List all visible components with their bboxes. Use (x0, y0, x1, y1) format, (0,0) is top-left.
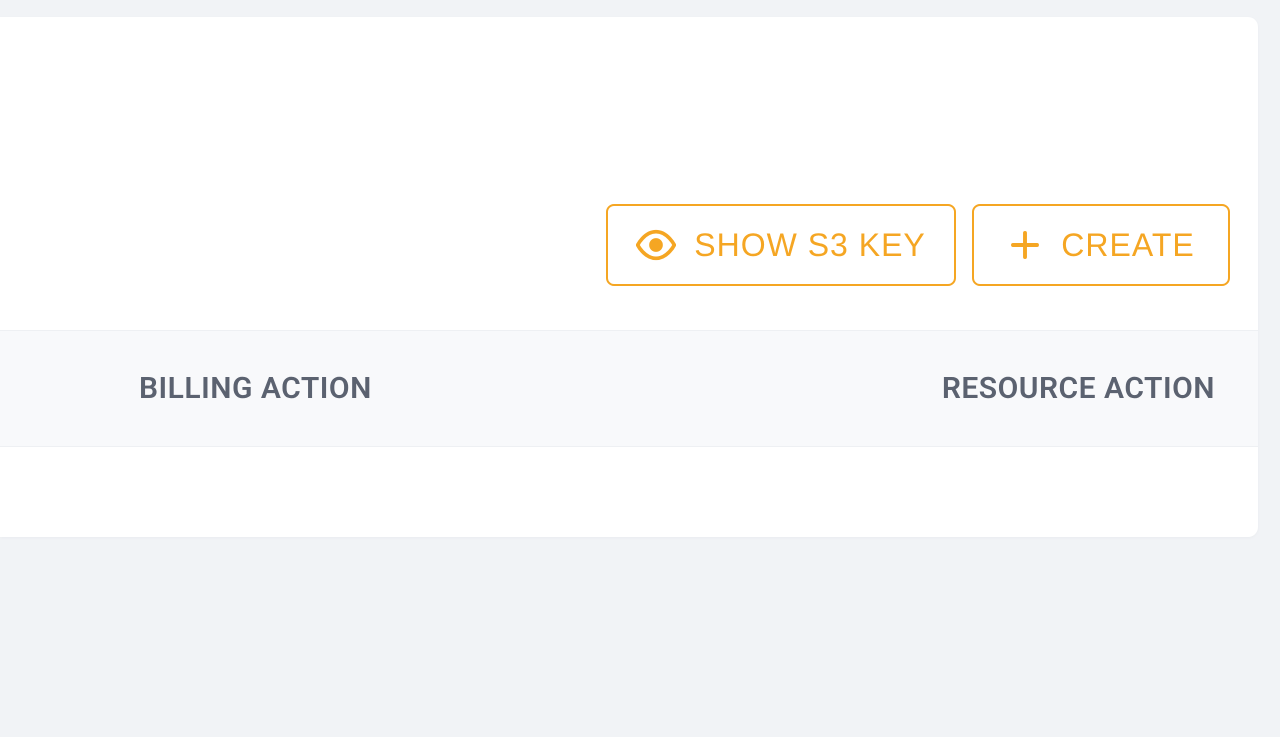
eye-icon (636, 225, 676, 265)
plus-icon (1007, 227, 1043, 263)
show-s3-key-label: SHOW S3 KEY (694, 227, 926, 264)
create-label: CREATE (1061, 227, 1194, 264)
create-button[interactable]: CREATE (972, 204, 1230, 286)
show-s3-key-button[interactable]: SHOW S3 KEY (606, 204, 956, 286)
column-header-resource-action: RESOURCE ACTION (942, 371, 1215, 406)
column-header-billing-action: BILLING ACTION (139, 371, 372, 406)
content-card: SHOW S3 KEY CREATE BILLING ACTION RESOUR… (0, 17, 1258, 537)
toolbar: SHOW S3 KEY CREATE (606, 204, 1230, 286)
table-header-row: BILLING ACTION RESOURCE ACTION (0, 330, 1258, 447)
